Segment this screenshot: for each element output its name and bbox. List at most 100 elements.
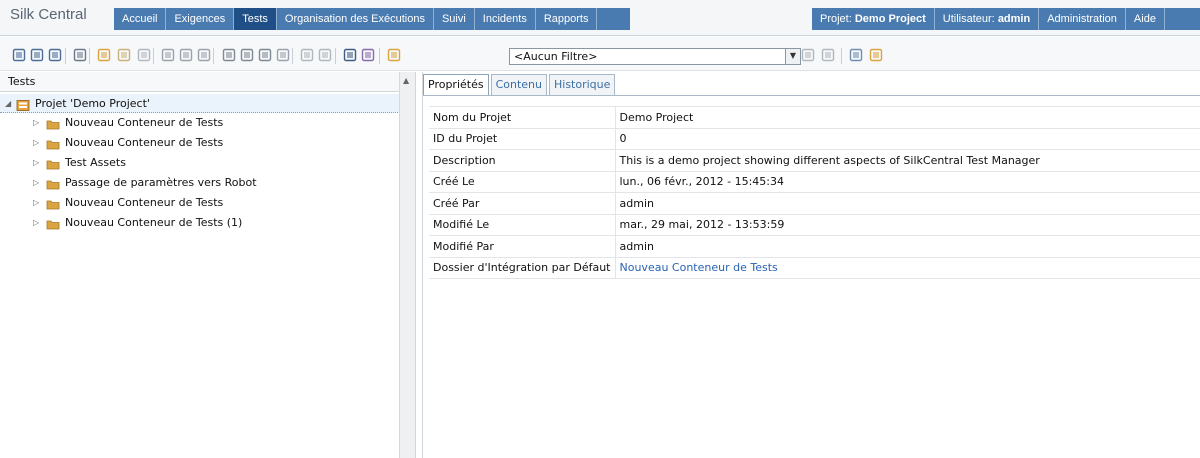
tab-divider [423,95,1200,96]
export-icon[interactable] [300,48,314,62]
expand-right-icon[interactable]: ▷ [33,213,43,232]
tree-node-label: Nouveau Conteneur de Tests (1) [65,216,243,229]
property-label: Créé Par [429,192,616,215]
tests-tree-pane: Tests ◢ Projet 'Demo Project' ▷ Nouveau Con… [0,72,416,458]
nav-administration[interactable]: Administration [1039,8,1126,30]
property-value: This is a demo project showing different… [615,149,1200,172]
property-label: Nom du Projet [429,106,616,129]
tree-node-label: Nouveau Conteneur de Tests [65,196,224,209]
new-test-icon[interactable] [137,48,151,62]
property-value: admin [615,235,1200,258]
toolbar-separator [292,48,293,64]
clear-filter-icon[interactable] [801,48,815,62]
property-row: Modifié Le mar., 29 mai, 2012 - 13:53:59 [429,213,1200,236]
properties-table: Nom du Projet Demo Project ID du Projet 0 De… [429,106,1200,279]
top-bar: Silk Central Accueil Exigences Tests Organi… [0,0,1200,36]
tab-proprietes[interactable]: Propriétés [423,74,489,96]
nav-suivi[interactable]: Suivi [434,8,475,30]
nav-rapports[interactable]: Rapports [536,8,598,30]
paste-special-icon[interactable] [276,48,290,62]
expand-right-icon[interactable]: ▷ [33,173,43,192]
details-view-icon[interactable] [30,48,44,62]
folder-icon [46,197,60,210]
property-value: Demo Project [615,106,1200,129]
delete-icon[interactable] [197,48,211,62]
nav-label: Suivi [441,13,466,25]
toolbar-separator [335,48,336,64]
expand-down-icon[interactable]: ◢ [5,94,15,113]
property-row: Description This is a demo project showin… [429,149,1200,172]
settings-icon[interactable] [869,48,883,62]
property-link[interactable]: Nouveau Conteneur de Tests [615,256,1200,279]
nav-label: Tests [242,13,268,25]
app-brand: Silk Central [10,6,87,23]
nav-aide[interactable]: Aide [1126,8,1165,30]
new-folder-icon[interactable] [117,48,131,62]
tree-node-project[interactable]: ◢ Projet 'Demo Project' [0,94,400,113]
tab-contenu[interactable]: Contenu [490,74,547,95]
filter-select[interactable]: <Aucun Filtre> ▼ [509,48,801,65]
import-icon[interactable] [318,48,332,62]
nav-accueil[interactable]: Accueil [114,8,167,30]
folder-icon [46,157,60,170]
property-label: Description [429,149,616,172]
expand-right-icon[interactable]: ▷ [33,153,43,172]
nav-label: Incidents [482,13,527,25]
nav-value: admin [997,13,1031,25]
toolbar-separator [841,48,842,64]
grid-view-icon[interactable] [48,48,62,62]
property-row: Créé Le lun., 06 févr., 2012 - 15:45:34 [429,170,1200,193]
property-value: lun., 06 févr., 2012 - 15:45:34 [615,170,1200,193]
tab-historique[interactable]: Historique [549,74,616,95]
chevron-down-icon[interactable]: ▼ [785,49,800,64]
nav-tests[interactable]: Tests [234,8,277,30]
folder-icon [46,177,60,190]
nav-value: Demo Project [854,13,926,25]
nav-label: Projet: [820,13,855,25]
project-icon [16,98,30,111]
nav-utilisateur-admin[interactable]: Utilisateur: admin [935,8,1040,30]
property-label: Modifié Par [429,235,616,258]
nav-label: Accueil [122,13,158,25]
tree-scrollbar[interactable]: ▲ [399,72,415,458]
filter-select-value: <Aucun Filtre> [514,50,598,63]
find-replace-icon[interactable] [361,48,375,62]
expand-right-icon[interactable]: ▷ [33,133,43,152]
nav-label: Utilisateur: [942,13,998,25]
search-results-icon[interactable] [849,48,863,62]
property-label: Modifié Le [429,213,616,236]
nav-organisation-des-ex-cutions[interactable]: Organisation des Exécutions [277,8,434,30]
property-label: Créé Le [429,170,616,193]
tree-node-label: Projet 'Demo Project' [35,97,150,110]
new-container-icon[interactable] [97,48,111,62]
folder-icon [46,137,60,150]
property-row: Nom du Projet Demo Project [429,106,1200,129]
move-up-icon[interactable] [73,48,87,62]
user-navigation: Projet: Demo Project Utilisateur: admin Ad… [812,8,1200,30]
toolbar-separator [213,48,214,64]
property-value: 0 [615,127,1200,150]
property-row: Créé Par admin [429,192,1200,215]
copy-icon[interactable] [240,48,254,62]
cut-icon[interactable] [222,48,236,62]
nav-incidents[interactable]: Incidents [475,8,536,30]
tree-view-icon[interactable] [12,48,26,62]
tree-node-label: Nouveau Conteneur de Tests [65,116,224,129]
nav-exigences[interactable]: Exigences [166,8,235,30]
paste-icon[interactable] [258,48,272,62]
find-icon[interactable] [343,48,357,62]
folder-icon [46,217,60,230]
edit-filter-icon[interactable] [821,48,835,62]
expand-right-icon[interactable]: ▷ [33,113,43,132]
edit-icon[interactable] [161,48,175,62]
property-label: ID du Projet [429,127,616,150]
toolbar-separator [153,48,154,64]
properties-icon[interactable] [179,48,193,62]
nav-projet-demo-project[interactable]: Projet: Demo Project [812,8,935,30]
property-label: Dossier d'Intégration par Défaut [429,256,616,279]
expand-right-icon[interactable]: ▷ [33,193,43,212]
new-filter-icon[interactable] [387,48,401,62]
property-row: Modifié Par admin [429,235,1200,258]
scroll-up-icon[interactable]: ▲ [403,76,409,85]
property-value: admin [615,192,1200,215]
